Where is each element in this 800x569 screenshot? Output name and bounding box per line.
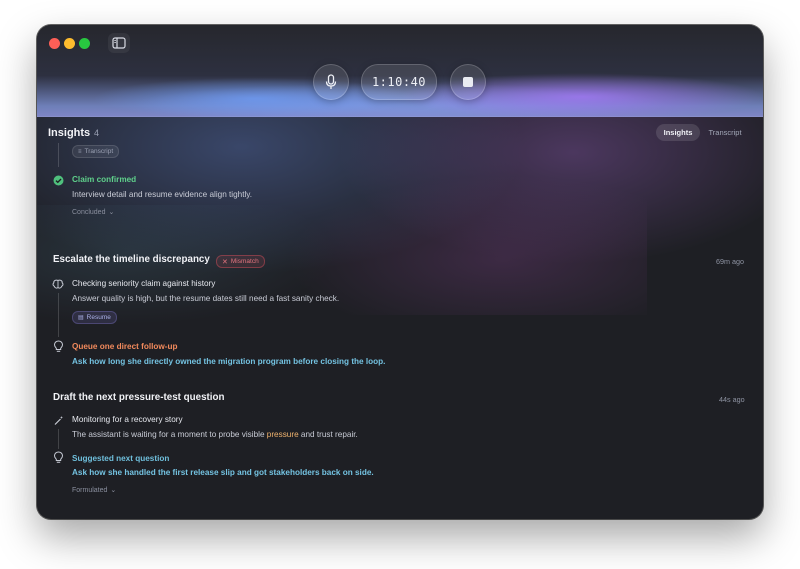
step-description: The assistant is waiting for a moment to… bbox=[72, 430, 358, 439]
elapsed-timer: 1:10:40 bbox=[361, 64, 437, 100]
step-description: Answer quality is high, but the resume d… bbox=[72, 294, 340, 303]
formulated-toggle[interactable]: Formulated ⌄ bbox=[72, 486, 117, 495]
microphone-button[interactable] bbox=[313, 64, 349, 100]
concluded-toggle[interactable]: Concluded ⌄ bbox=[72, 208, 115, 217]
chevron-down-icon: ⌄ bbox=[110, 487, 117, 494]
brain-icon bbox=[52, 278, 64, 290]
mismatch-badge: ✕ Mismatch bbox=[216, 255, 265, 268]
status-title: Claim confirmed bbox=[72, 175, 137, 184]
step-title: Queue one direct follow-up bbox=[72, 342, 178, 351]
chevron-down-icon: ⌄ bbox=[108, 209, 115, 216]
status-description: Interview detail and resume evidence ali… bbox=[72, 190, 253, 199]
step-title: Monitoring for a recovery story bbox=[72, 415, 183, 424]
page-title: Insights bbox=[48, 127, 91, 139]
document-icon: ▤ bbox=[78, 315, 84, 321]
view-switcher: Insights Transcript bbox=[653, 124, 743, 142]
step-description-text: The assistant is waiting for a moment to… bbox=[72, 430, 265, 439]
tab-insights[interactable]: Insights bbox=[656, 124, 700, 141]
insights-count: 4 bbox=[94, 128, 100, 138]
resume-pill-label: Resume bbox=[86, 314, 111, 321]
minimize-window-button[interactable] bbox=[64, 38, 75, 49]
step-title: Checking seniority claim against history bbox=[72, 279, 216, 288]
source-pill-label: Transcript bbox=[84, 148, 114, 155]
card-title: Draft the next pressure-test question bbox=[53, 392, 225, 403]
lightbulb-icon bbox=[53, 340, 64, 353]
source-pill[interactable]: ≡ Transcript bbox=[72, 145, 120, 158]
stop-icon bbox=[463, 77, 473, 87]
sidebar-toggle-button[interactable] bbox=[108, 33, 130, 53]
x-icon: ✕ bbox=[222, 258, 228, 266]
close-window-button[interactable] bbox=[49, 38, 60, 49]
zoom-window-button[interactable] bbox=[79, 38, 90, 49]
card-timestamp: 44s ago bbox=[719, 395, 745, 404]
transcript-icon: ≡ bbox=[78, 148, 82, 155]
suggested-question: Ask how she handled the first release sl… bbox=[72, 468, 374, 477]
check-circle-icon bbox=[53, 175, 64, 186]
step-title: Suggested next question bbox=[72, 454, 170, 463]
sidebar-toggle-icon bbox=[112, 37, 126, 49]
lightbulb-icon bbox=[53, 451, 64, 464]
mismatch-badge-label: Mismatch bbox=[230, 258, 259, 265]
resume-source-pill[interactable]: ▤ Resume bbox=[72, 311, 117, 324]
concluded-label: Concluded bbox=[72, 208, 106, 216]
timeline-connector bbox=[58, 143, 59, 167]
card-timestamp: 69m ago bbox=[716, 257, 744, 266]
stop-button[interactable] bbox=[450, 64, 486, 100]
timeline-connector bbox=[58, 429, 59, 449]
suggested-follow-up: Ask how long she directly owned the migr… bbox=[72, 357, 386, 366]
step-description-text-end: and trust repair. bbox=[300, 430, 358, 439]
microphone-icon bbox=[325, 74, 337, 89]
timeline-connector bbox=[58, 293, 59, 337]
highlighted-term: pressure bbox=[266, 430, 299, 439]
card-title: Escalate the timeline discrepancy bbox=[53, 254, 210, 265]
wand-icon bbox=[53, 415, 64, 426]
tab-transcript[interactable]: Transcript bbox=[703, 124, 747, 141]
app-window: 1:10:40 Insights 4 Insights Transcript ≡… bbox=[37, 25, 763, 519]
formulated-label: Formulated bbox=[72, 486, 108, 494]
